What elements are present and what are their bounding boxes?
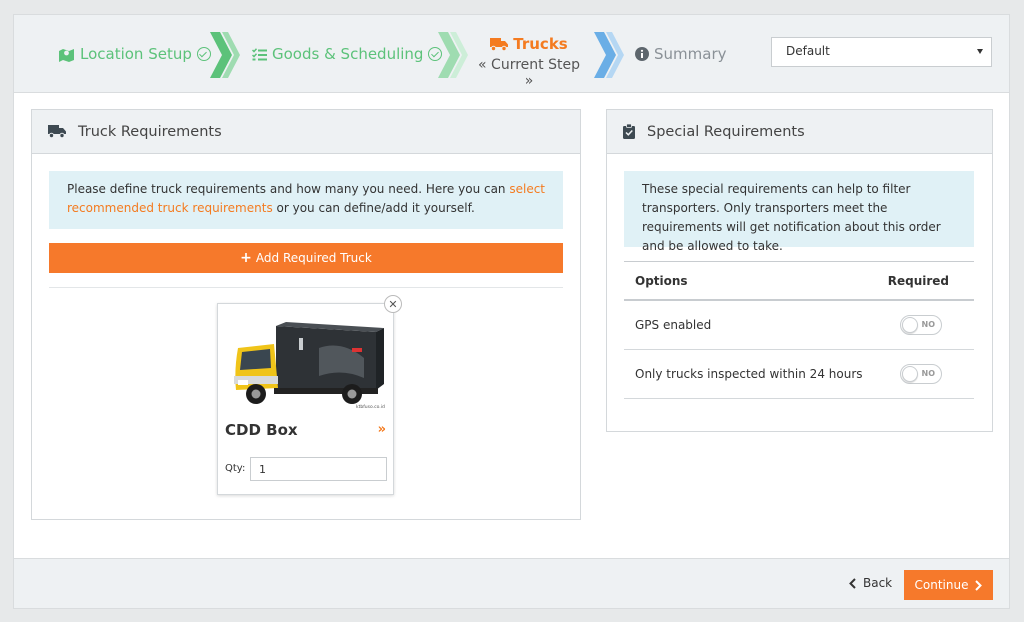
step-goods-scheduling[interactable]: Goods & Scheduling	[252, 45, 443, 63]
step-label: Goods & Scheduling	[272, 45, 424, 63]
qty-input[interactable]	[250, 457, 387, 481]
option-label: Only trucks inspected within 24 hours	[635, 367, 863, 381]
toggle-label: NO	[921, 320, 936, 329]
back-button[interactable]: Back	[849, 576, 892, 590]
chevron-right-icon	[594, 32, 624, 78]
plus-icon: +	[240, 250, 252, 266]
chevron-left-icon	[849, 577, 856, 589]
double-chevron-right-icon[interactable]: »	[378, 422, 386, 437]
wizard-header: Location Setup Goods & Scheduling Trucks…	[14, 15, 1009, 93]
caret-down-icon	[977, 49, 983, 54]
qty-label: Qty:	[225, 463, 246, 474]
truck-name: CDD Box	[225, 421, 298, 439]
toggle-knob	[902, 366, 918, 382]
check-circle-icon	[196, 47, 211, 61]
truck-image: ktbfuso.co.id	[224, 318, 388, 410]
map-icon	[59, 48, 74, 62]
remove-truck-button[interactable]: ✕	[384, 295, 402, 313]
continue-label: Continue	[914, 578, 969, 592]
clipboard-check-icon	[623, 124, 635, 139]
step-summary[interactable]: Summary	[635, 45, 727, 63]
step-trucks-current[interactable]: Trucks « Current Step »	[476, 35, 582, 89]
footer-bar: Back Continue	[14, 558, 1009, 608]
template-select-value: Default	[786, 44, 830, 58]
inspection-toggle[interactable]: NO	[900, 364, 942, 384]
panel-header: Special Requirements	[607, 110, 992, 154]
add-required-truck-button[interactable]: + Add Required Truck	[49, 243, 563, 273]
step-label: Location Setup	[80, 45, 192, 63]
special-requirements-panel: Special Requirements These special requi…	[606, 109, 993, 432]
close-icon: ✕	[388, 297, 398, 311]
chevron-right-icon	[210, 32, 240, 78]
table-header: Options Required	[624, 261, 974, 301]
panel-title: Special Requirements	[647, 123, 805, 140]
chevron-right-icon	[975, 579, 983, 591]
column-header: Required	[887, 273, 949, 288]
panel-header: Truck Requirements	[32, 110, 580, 154]
info-text: These special requirements can help to f…	[642, 182, 941, 253]
image-caption: ktbfuso.co.id	[356, 404, 385, 410]
special-info-box: These special requirements can help to f…	[624, 171, 974, 253]
gps-toggle[interactable]: NO	[900, 315, 942, 335]
step-label: Trucks	[513, 35, 568, 53]
divider	[49, 287, 563, 288]
truck-icon	[490, 37, 509, 51]
column-header: Options	[635, 273, 688, 288]
panel-title: Truck Requirements	[78, 123, 222, 140]
truck-card: ktbfuso.co.id CDD Box » Qty:	[217, 303, 394, 495]
list-check-icon	[252, 47, 267, 60]
truck-icon	[48, 125, 66, 138]
current-step-label: « Current Step »	[478, 57, 580, 89]
step-label: Summary	[654, 45, 727, 63]
truck-info-box: Please define truck requirements and how…	[49, 171, 563, 229]
app-frame: Location Setup Goods & Scheduling Trucks…	[13, 14, 1010, 609]
continue-button[interactable]: Continue	[904, 570, 993, 600]
info-circle-icon	[635, 47, 649, 61]
truck-requirements-panel: Truck Requirements Please define truck r…	[31, 109, 581, 520]
table-row: GPS enabled NO	[624, 301, 974, 350]
chevron-right-icon	[438, 32, 468, 78]
step-location-setup[interactable]: Location Setup	[58, 45, 211, 63]
add-button-label: Add Required Truck	[255, 251, 372, 265]
requirements-table: Options Required GPS enabled NO Only tru…	[624, 261, 974, 399]
option-label: GPS enabled	[635, 318, 712, 332]
table-row: Only trucks inspected within 24 hours NO	[624, 350, 974, 399]
info-text: or you can define/add it yourself.	[272, 201, 475, 215]
toggle-knob	[902, 317, 918, 333]
template-select[interactable]: Default	[771, 37, 992, 67]
back-label: Back	[863, 576, 893, 590]
toggle-label: NO	[921, 369, 936, 378]
info-text: Please define truck requirements and how…	[67, 182, 510, 196]
